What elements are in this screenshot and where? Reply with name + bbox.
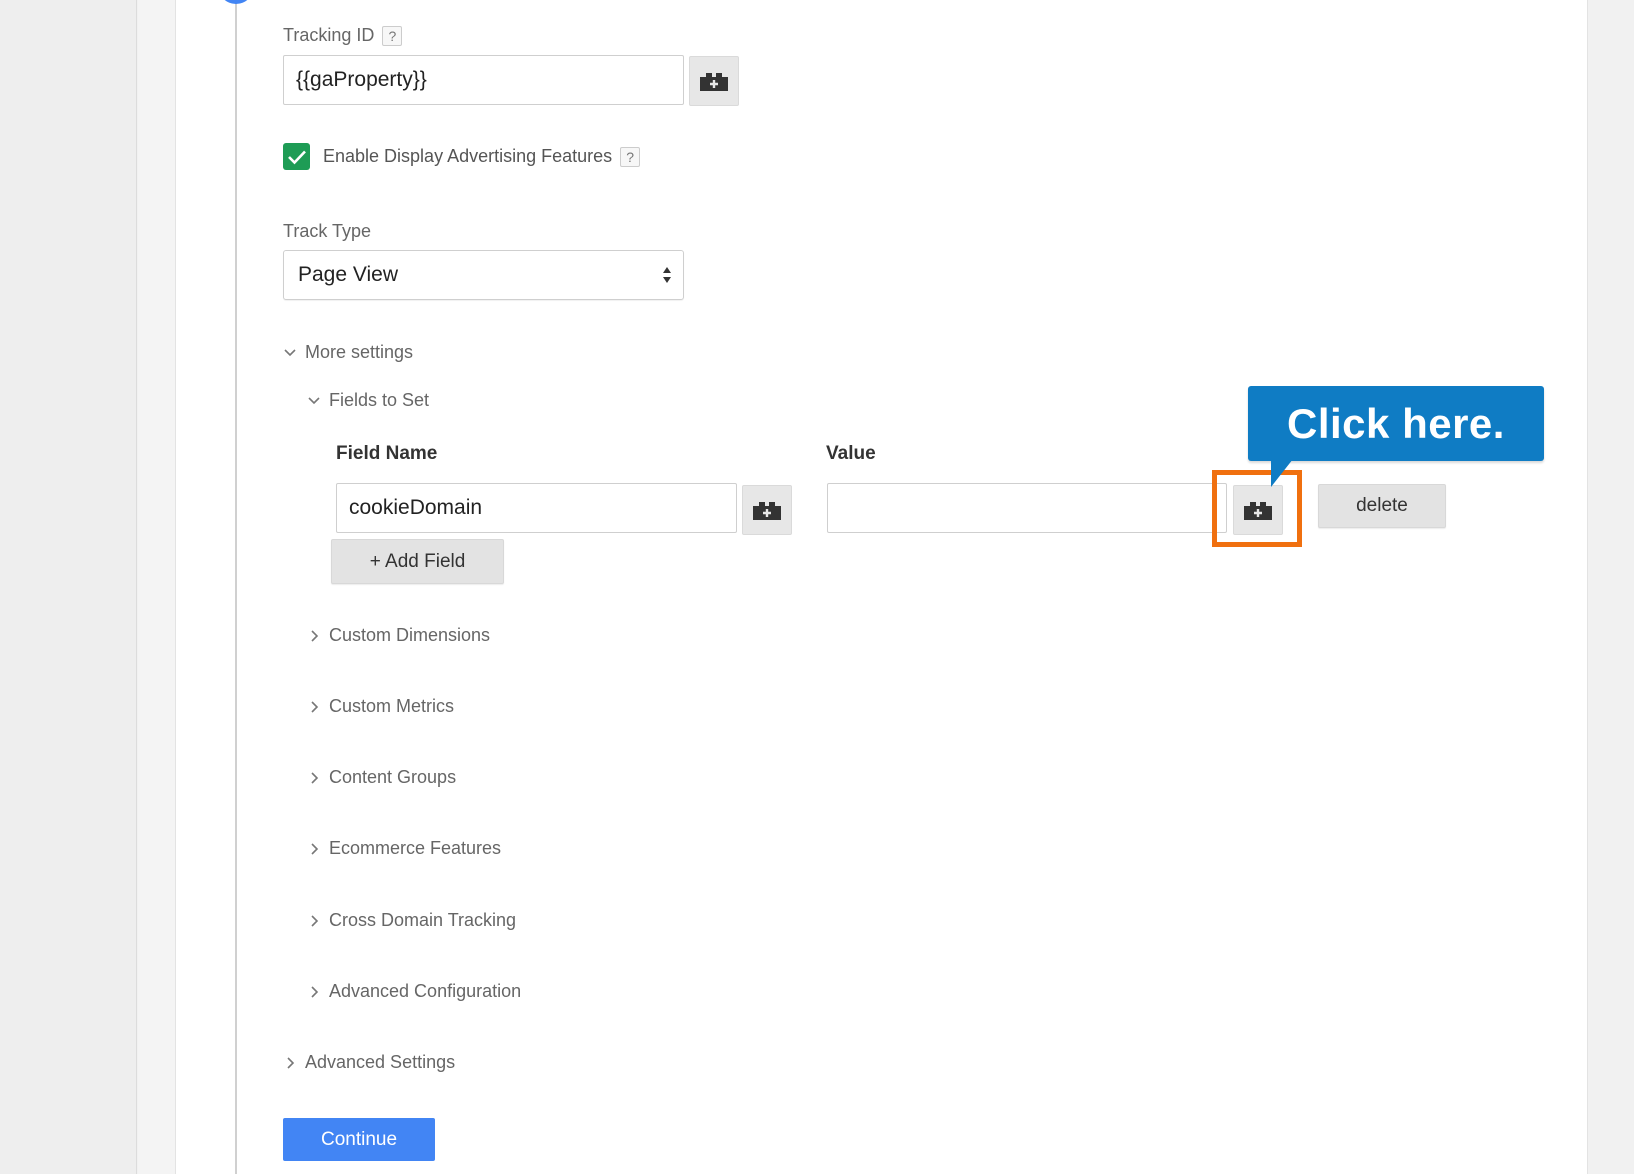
section-label: Content Groups bbox=[329, 767, 457, 787]
chevron-right-icon bbox=[311, 629, 319, 642]
chevron-right-icon bbox=[311, 914, 319, 927]
add-variable-icon bbox=[753, 502, 781, 520]
section-advanced-configuration[interactable]: Advanced Configuration bbox=[307, 981, 521, 1002]
track-type-select[interactable]: Page View bbox=[283, 250, 684, 300]
right-margin bbox=[1589, 0, 1634, 1174]
chevron-right-icon bbox=[311, 842, 319, 855]
delete-field-button[interactable]: delete bbox=[1318, 484, 1446, 528]
tracking-id-input[interactable]: {{gaProperty}} bbox=[283, 55, 684, 105]
section-label: Cross Domain Tracking bbox=[329, 910, 517, 930]
left-sidebar-strip bbox=[0, 0, 137, 1174]
section-label: Ecommerce Features bbox=[329, 838, 502, 858]
section-custom-dimensions[interactable]: Custom Dimensions bbox=[307, 625, 490, 646]
tracking-id-help-icon[interactable]: ? bbox=[382, 26, 403, 47]
advanced-settings-toggle[interactable]: Advanced Settings bbox=[283, 1052, 455, 1073]
field-name-value: cookieDomain bbox=[349, 496, 483, 519]
field-value-input[interactable] bbox=[827, 483, 1227, 533]
fields-to-set-label: Fields to Set bbox=[329, 390, 430, 410]
updown-arrows-icon bbox=[663, 267, 671, 283]
callout-tail bbox=[1271, 459, 1293, 487]
chevron-down-icon bbox=[308, 396, 320, 404]
track-type-label: Track Type bbox=[283, 221, 372, 241]
section-cross-domain-tracking[interactable]: Cross Domain Tracking bbox=[307, 910, 516, 931]
gutter bbox=[138, 0, 175, 1174]
field-name-input[interactable]: cookieDomain bbox=[336, 483, 737, 533]
add-variable-icon bbox=[700, 73, 728, 91]
display-advertising-checkbox[interactable] bbox=[283, 143, 310, 170]
advanced-settings-label: Advanced Settings bbox=[305, 1052, 456, 1072]
section-label: Custom Dimensions bbox=[329, 625, 491, 645]
chevron-right-icon bbox=[311, 700, 319, 713]
section-content-groups[interactable]: Content Groups bbox=[307, 767, 456, 788]
tracking-id-label: Tracking ID? bbox=[283, 25, 403, 47]
section-label: Custom Metrics bbox=[329, 696, 455, 716]
more-settings-toggle[interactable]: More settings bbox=[283, 342, 413, 363]
chevron-down-icon bbox=[284, 348, 296, 356]
field-name-column-header: Field Name bbox=[336, 443, 438, 464]
checkmark-icon bbox=[287, 150, 306, 164]
section-label: Advanced Configuration bbox=[329, 981, 522, 1001]
value-column-header: Value bbox=[826, 443, 876, 464]
chevron-right-icon bbox=[311, 985, 319, 998]
section-custom-metrics[interactable]: Custom Metrics bbox=[307, 696, 454, 717]
add-field-button[interactable]: + Add Field bbox=[331, 539, 504, 584]
click-here-callout: Click here. bbox=[1248, 386, 1544, 461]
step-connector-line bbox=[235, 0, 237, 1174]
fields-to-set-toggle[interactable]: Fields to Set bbox=[307, 390, 429, 411]
chevron-right-icon bbox=[287, 1056, 295, 1069]
display-advertising-label: Enable Display Advertising Features? bbox=[323, 146, 641, 168]
more-settings-label: More settings bbox=[305, 342, 414, 362]
display-advertising-help-icon[interactable]: ? bbox=[620, 147, 641, 168]
chevron-right-icon bbox=[311, 771, 319, 784]
track-type-selected-value: Page View bbox=[298, 263, 399, 286]
tracking-id-value: {{gaProperty}} bbox=[296, 68, 427, 91]
section-ecommerce-features[interactable]: Ecommerce Features bbox=[307, 838, 501, 859]
continue-button[interactable]: Continue bbox=[283, 1118, 435, 1161]
field-name-variable-button[interactable] bbox=[742, 485, 792, 535]
display-advertising-label-text: Enable Display Advertising Features bbox=[323, 146, 613, 166]
tracking-id-label-text: Tracking ID bbox=[283, 25, 375, 45]
tracking-id-variable-button[interactable] bbox=[689, 56, 739, 106]
